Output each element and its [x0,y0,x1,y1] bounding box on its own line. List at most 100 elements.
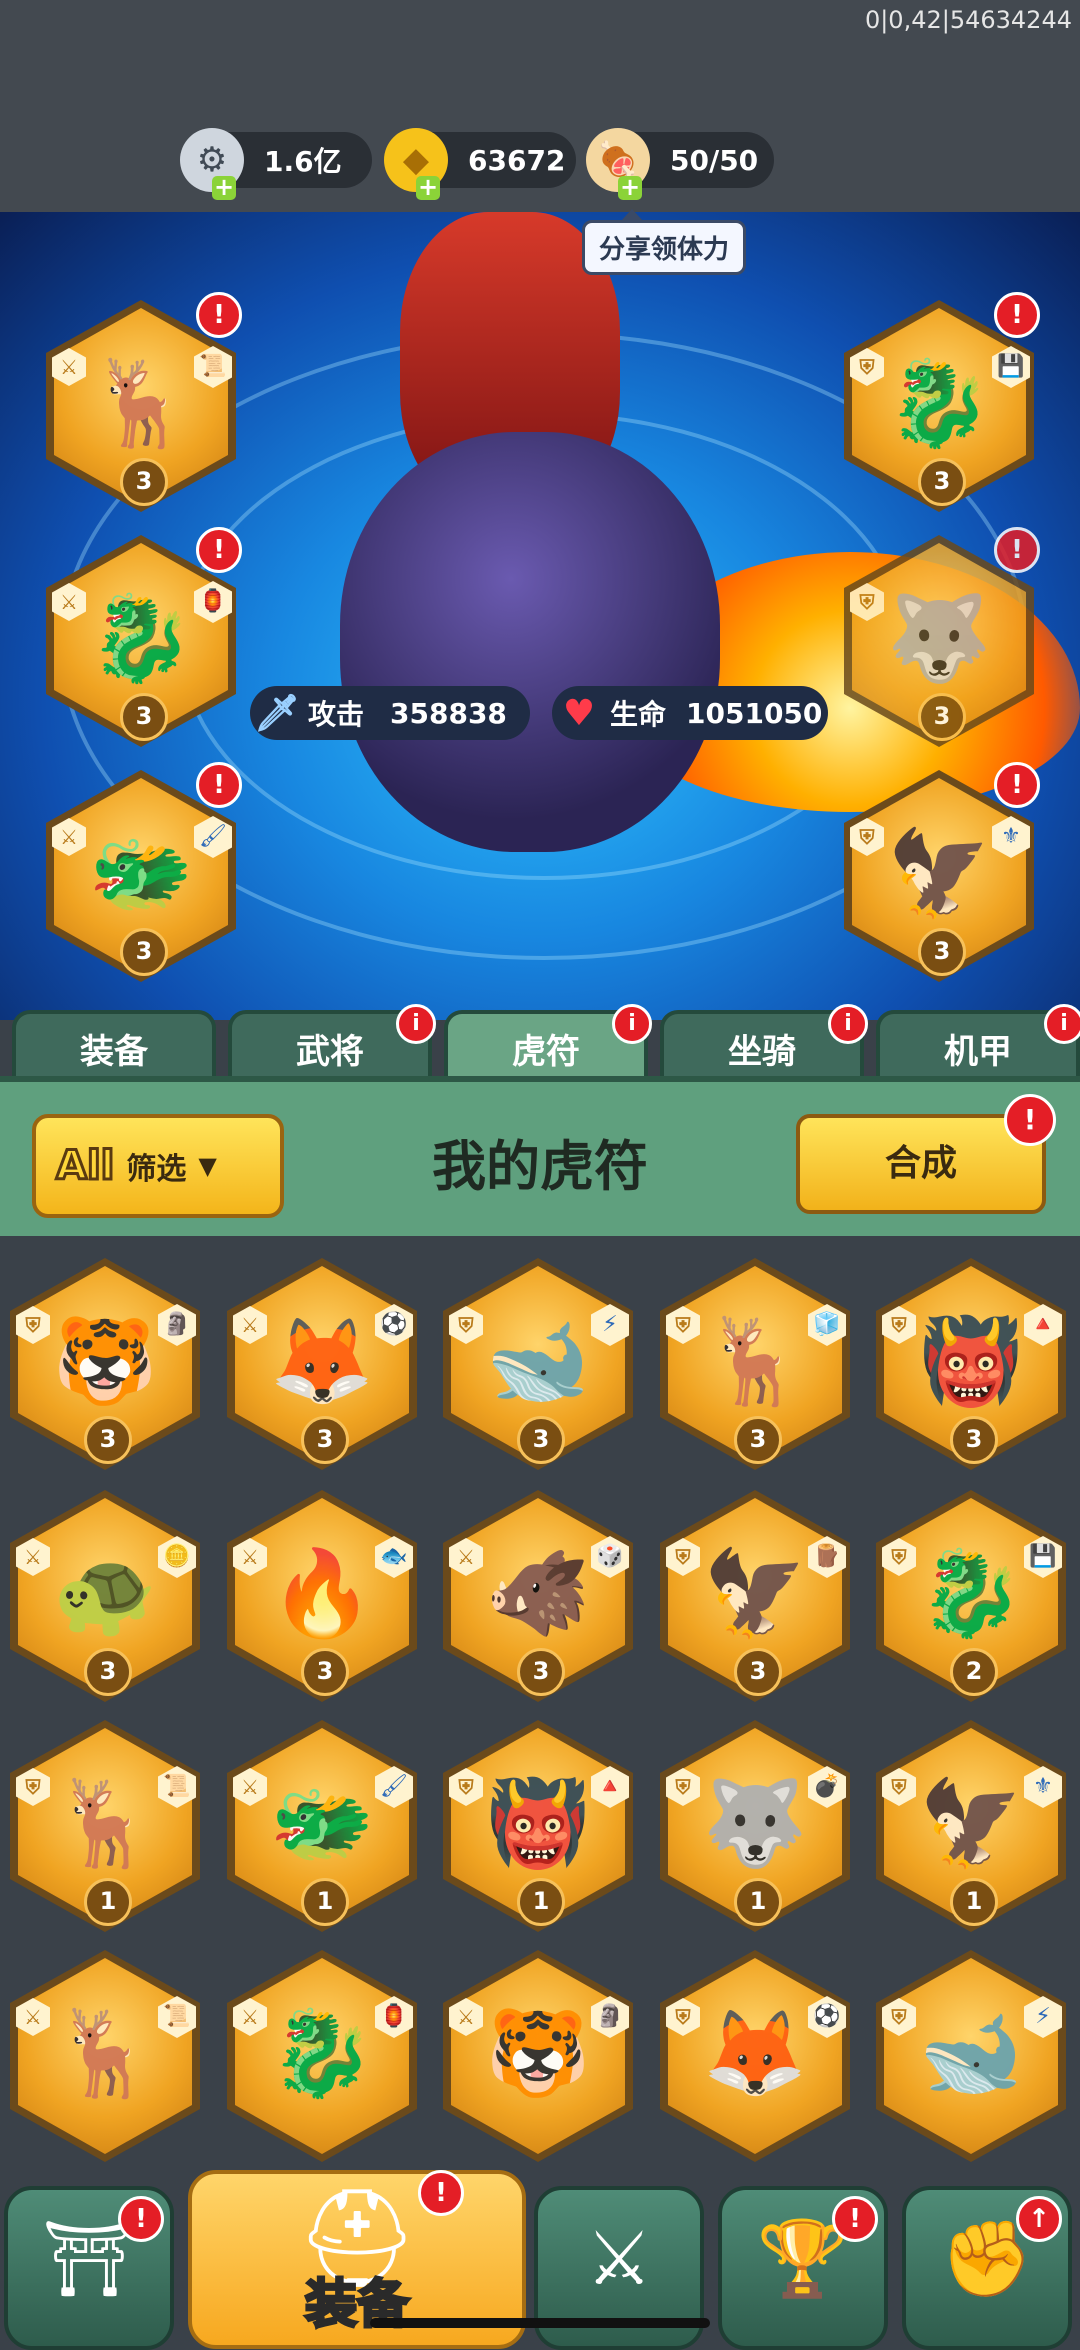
tally-item[interactable]: 👹 ⛨ 🔺 1 [443,1720,633,1932]
debug-text: 0|0,42|54634244 [864,6,1072,34]
plus-icon[interactable]: + [618,175,642,200]
tally-item[interactable]: 🦊 ⚔ ⚽ 3 [227,1258,417,1470]
tally-item[interactable]: 🐗 ⚔ 🎲 3 [443,1490,633,1702]
alert-icon: ! [196,292,242,338]
tally-item[interactable]: 🐋 ⛨ ⚡ 3 [443,1258,633,1470]
page-title: 我的虎符 [432,1135,648,1198]
equipped-slot-left-1[interactable]: 🦌 ⚔ 📜 3 ! [46,292,242,512]
level-badge: 1 [301,1878,349,1926]
tally-item[interactable]: 🐯 ⚔ 🗿 [443,1950,633,2162]
level-badge: 3 [301,1648,349,1696]
sword-icon: 🗡 [254,693,300,734]
level-badge: 3 [918,928,966,976]
level-badge: 3 [517,1648,565,1696]
level-badge: 3 [918,458,966,506]
gold-value: 63672 [468,143,566,177]
alert-icon: i [612,1004,652,1044]
plus-icon[interactable]: + [212,175,236,200]
nav-upgrade[interactable]: ✊ ↑ [902,2186,1072,2350]
level-badge: 3 [517,1416,565,1464]
alert-icon: ↑ [1016,2196,1062,2242]
chevron-down-icon: ▼ [198,1152,217,1180]
tally-item[interactable]: 🐉 ⛨ 💾 2 [876,1490,1066,1702]
equipped-slot-left-3[interactable]: 🐲 ⚔ 🖌 3 ! [46,762,242,982]
alert-icon: ! [994,762,1040,808]
tally-item[interactable]: 🐯 ⛨ 🗿 3 [10,1258,200,1470]
tab-label: 坐骑 [728,1032,796,1072]
alert-icon: i [396,1004,436,1044]
tally-item[interactable]: 🦌 ⛨ 📜 1 [10,1720,200,1932]
level-badge: 1 [734,1878,782,1926]
gold-resource[interactable]: ◆ 63672 + [384,128,576,200]
equipped-slot-left-2[interactable]: 🐉 ⚔ 🏮 3 ! [46,527,242,747]
tally-item[interactable]: 🔥 ⚔ 🐟 3 [227,1490,417,1702]
nav-home[interactable]: ⛩ ! [4,2186,174,2350]
alert-icon: ! [832,2196,878,2242]
tab-label: 虎符 [512,1032,580,1072]
mount-beast-figure [340,432,720,852]
tally-item[interactable]: 🐉 ⚔ 🏮 [227,1950,417,2162]
level-badge: 1 [950,1878,998,1926]
tally-item[interactable]: 🐋 ⛨ ⚡ [876,1950,1066,2162]
level-badge: 3 [918,693,966,741]
attack-stat: 🗡 攻击 358838 [250,686,530,740]
attack-label: 攻击 [308,698,365,731]
alert-icon: ! [196,762,242,808]
tally-item[interactable]: 🐢 ⚔ 🪙 3 [10,1490,200,1702]
hp-stat: ♥ 生命 1051050 [552,686,828,740]
hp-label: 生命 [610,698,667,731]
alert-icon: ! [994,292,1040,338]
stamina-resource[interactable]: 🍖 50/50 + [586,128,774,200]
heart-icon: ♥ [562,692,596,734]
share-stamina-tooltip[interactable]: 分享领体力 [582,209,747,275]
filter-label: 筛选 [126,1152,187,1187]
alert-icon: ! [1004,1094,1056,1146]
crossed-swords-icon: ⚔ [585,2216,653,2302]
panel-header: All 筛选 ▼ 我的虎符 合成 ! [0,1076,1080,1248]
plus-icon[interactable]: + [416,175,440,200]
stamina-value: 50/50 [670,143,759,177]
alert-icon: ! [196,527,242,573]
tally-item[interactable]: 🦌 ⛨ 🧊 3 [660,1258,850,1470]
attack-value: 358838 [390,696,507,730]
level-badge: 3 [84,1416,132,1464]
tally-item[interactable]: 🦌 ⚔ 📜 [10,1950,200,2162]
level-badge: 3 [120,458,168,506]
tally-grid: 🐯 ⛨ 🗿 3 🦊 ⚔ ⚽ 3 🐋 ⛨ ⚡ 3 🦌 ⛨ 🧊 3 👹 ⛨ 🔺 3 🐢 ⚔ 🪙 3 🔥 ⚔ 🐟 3 🐗 ⚔ 🎲 3 🦅 ⛨ 🪵 3 🐉 ⛨ 💾 2… [0,1236,1080,2166]
home-indicator [370,2318,710,2328]
level-badge: 3 [120,928,168,976]
tally-item[interactable]: 🦅 ⛨ 🪵 3 [660,1490,850,1702]
category-tabs: 装备 武将 i 虎符 i 坐骑 i 机甲 i [0,1004,1080,1088]
level-badge: 1 [84,1878,132,1926]
level-badge: 3 [120,693,168,741]
level-badge: 3 [734,1648,782,1696]
filter-button[interactable]: All 筛选 ▼ [32,1114,284,1218]
tally-item[interactable]: 🐲 ⚔ 🖌 1 [227,1720,417,1932]
filter-all-label: All [54,1142,115,1191]
alert-icon: i [828,1004,868,1044]
alert-icon: i [1044,1004,1080,1044]
tally-item[interactable]: 🐺 ⛨ 💣 1 [660,1720,850,1932]
level-badge: 1 [517,1878,565,1926]
tab-label: 装备 [80,1032,148,1072]
alert-icon: ! [994,527,1040,573]
merge-label: 合成 [884,1143,957,1184]
tab-label: 机甲 [944,1032,1012,1072]
level-badge: 3 [301,1416,349,1464]
tally-item[interactable]: 🦅 ⛨ ⚜ 1 [876,1720,1066,1932]
tally-item[interactable]: 🦊 ⛨ ⚽ [660,1950,850,2162]
alert-icon: ! [418,2170,464,2216]
equipped-slot-right-1[interactable]: 🐉 ⛨ 💾 3 ! [844,292,1040,512]
equipped-slot-right-3[interactable]: 🦅 ⛨ ⚜ 3 ! [844,762,1040,982]
tally-item[interactable]: 👹 ⛨ 🔺 3 [876,1258,1066,1470]
equipped-slot-right-2[interactable]: 🐺 ⛨ 3 ! [844,527,1040,747]
hp-value: 1051050 [686,696,823,730]
silver-resource[interactable]: ⚙ 1.6亿 + [180,128,372,200]
level-badge: 3 [84,1648,132,1696]
nav-rank[interactable]: 🏆 ! [718,2186,888,2350]
silver-value: 1.6亿 [264,145,342,178]
level-badge: 2 [950,1648,998,1696]
merge-button[interactable]: 合成 ! [796,1094,1056,1214]
top-bar: 0|0,42|54634244 ⚙ 1.6亿 + ◆ 63672 + 🍖 50/… [0,0,1080,212]
level-badge: 3 [950,1416,998,1464]
